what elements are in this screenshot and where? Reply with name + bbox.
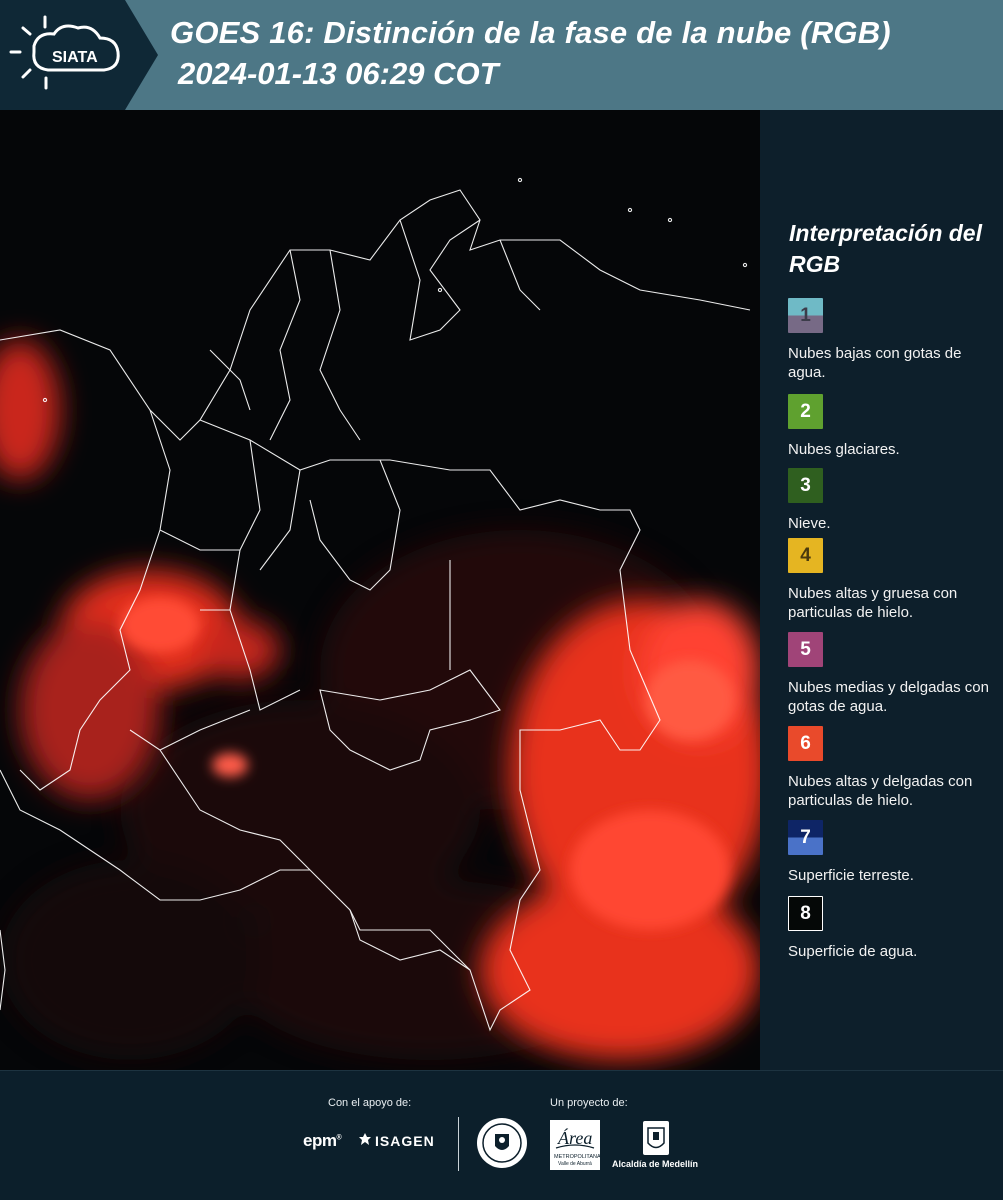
legend-label-1: Nubes bajas con gotas de agua.	[788, 345, 962, 381]
legend-label-4: Nubes altas y gruesa con particulas de h…	[788, 585, 958, 621]
page-timestamp: 2024-01-13 06:29 COT	[178, 56, 499, 91]
legend-swatch-1: 1	[788, 298, 823, 333]
header: SIATA GOES 16: Distinción de la fase de …	[0, 0, 1003, 110]
svg-text:Valle de Aburrá: Valle de Aburrá	[558, 1161, 592, 1167]
legend-panel: Interpretación del RGB 1 Nubes bajas con…	[760, 110, 1003, 1070]
legend-swatch-4: 4	[788, 538, 823, 573]
svg-text:METROPOLITANA: METROPOLITANA	[554, 1154, 600, 1160]
isagen-icon	[359, 1133, 371, 1145]
legend-label-6: Nubes altas y delgadas con particulas de…	[788, 773, 973, 809]
legend-swatch-5: 5	[788, 632, 823, 667]
footer-divider	[458, 1117, 459, 1171]
legend-label-3: Nieve.	[788, 515, 831, 532]
legend-label-5: Nubes medias y delgadas con gotas de agu…	[788, 679, 989, 715]
svg-text:SIATA: SIATA	[52, 49, 98, 66]
support-label: Con el apoyo de:	[328, 1097, 412, 1109]
area-metropolitana-logo[interactable]: Área METROPOLITANA Valle de Aburrá	[550, 1120, 600, 1170]
satellite-rgb-image	[0, 110, 760, 1070]
isagen-logo[interactable]: ISAGEN	[375, 1133, 435, 1149]
legend-label-8: Superficie de agua.	[788, 943, 918, 960]
alcaldia-label[interactable]: Alcaldía de Medellín	[612, 1159, 698, 1169]
legend-label-7: Superficie terreste.	[788, 867, 914, 884]
alcaldia-escudo-icon[interactable]	[641, 1119, 671, 1157]
project-label: Un proyecto de:	[550, 1097, 628, 1109]
epm-logo[interactable]: epm®	[303, 1131, 342, 1151]
satellite-map[interactable]	[0, 110, 760, 1070]
legend-title: Interpretación del RGB	[789, 220, 982, 277]
legend-swatch-2: 2	[788, 394, 823, 429]
legend-swatch-6: 6	[788, 726, 823, 761]
page-title: GOES 16: Distinción de la fase de la nub…	[170, 15, 891, 50]
siata-logo: SIATA	[0, 0, 158, 110]
legend-swatch-3: 3	[788, 468, 823, 503]
footer: Con el apoyo de: Un proyecto de: epm® IS…	[0, 1070, 1003, 1200]
antioquia-seal-icon[interactable]	[477, 1118, 527, 1168]
legend-swatch-8: 8	[788, 896, 823, 931]
legend-swatch-7: 7	[788, 820, 823, 855]
legend-label-2: Nubes glaciares.	[788, 441, 900, 458]
